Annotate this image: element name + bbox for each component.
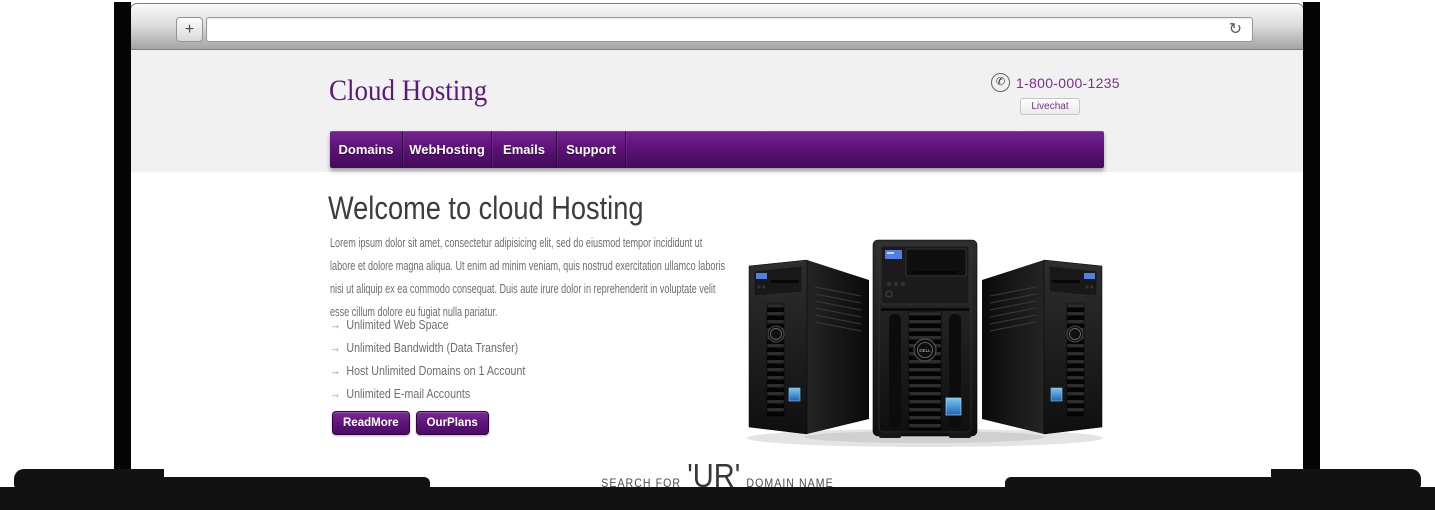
feature-list: → Unlimited Web Space → Unlimited Bandwidt… xyxy=(330,313,601,405)
arrow-icon: → xyxy=(330,386,341,401)
dell-badge-text: DELL xyxy=(919,348,931,353)
feature-item: → Unlimited Bandwidth (Data Transfer) xyxy=(330,336,601,359)
server-tower-center: DELL xyxy=(873,240,977,438)
nav-item-emails[interactable]: Emails xyxy=(491,131,556,168)
mockup-left-edge xyxy=(114,2,131,488)
arrow-icon: → xyxy=(330,340,341,355)
server-towers-image: DELL xyxy=(743,230,1108,450)
server-tower-right xyxy=(982,260,1102,434)
webpage: Cloud Hosting ✆ 1-800-000-1235 Livechat … xyxy=(131,50,1304,487)
mockup-bottom-shadow xyxy=(0,487,1435,510)
page-title: Welcome to cloud Hosting xyxy=(328,190,643,227)
address-bar[interactable]: ↻ xyxy=(206,17,1253,42)
feature-text: Unlimited Bandwidth (Data Transfer) xyxy=(346,340,518,355)
phone-icon: ✆ xyxy=(991,73,1010,92)
feature-item: → Unlimited Web Space xyxy=(330,313,601,336)
arrow-icon: → xyxy=(330,363,341,378)
site-logo: Cloud Hosting xyxy=(329,74,487,108)
mockup-right-edge xyxy=(1303,2,1320,488)
server-tower-left xyxy=(749,260,869,434)
feature-text: Unlimited Web Space xyxy=(346,317,448,332)
nav-item-domains[interactable]: Domains xyxy=(330,131,402,168)
our-plans-button[interactable]: OurPlans xyxy=(416,411,489,435)
feature-item: → Host Unlimited Domains on 1 Account xyxy=(330,359,601,382)
refresh-icon[interactable]: ↻ xyxy=(1229,22,1242,38)
read-more-button[interactable]: ReadMore xyxy=(332,411,410,435)
intro-paragraph: Lorem ipsum dolor sit amet, consectetur … xyxy=(330,231,726,323)
nav-filler xyxy=(625,131,1104,168)
browser-toolbar: + ↻ xyxy=(130,3,1304,50)
feature-text: Host Unlimited Domains on 1 Account xyxy=(346,363,525,378)
feature-item: → Unlimited E-mail Accounts xyxy=(330,382,601,405)
nav-item-support[interactable]: Support xyxy=(556,131,625,168)
feature-text: Unlimited E-mail Accounts xyxy=(346,386,470,401)
arrow-icon: → xyxy=(330,317,341,332)
livechat-button[interactable]: Livechat xyxy=(1020,98,1080,115)
screenshot-root: + ↻ Cloud Hosting ✆ 1-800-000-1235 Livec… xyxy=(0,0,1435,510)
phone-contact: ✆ 1-800-000-1235 xyxy=(991,73,1120,92)
phone-number[interactable]: 1-800-000-1235 xyxy=(1016,75,1120,91)
address-input[interactable] xyxy=(215,19,1229,41)
nav-item-webhosting[interactable]: WebHosting xyxy=(402,131,491,168)
cta-row: ReadMore OurPlans xyxy=(332,411,489,435)
new-tab-button[interactable]: + xyxy=(176,17,203,42)
main-navigation: Domains WebHosting Emails Support xyxy=(330,131,1104,168)
